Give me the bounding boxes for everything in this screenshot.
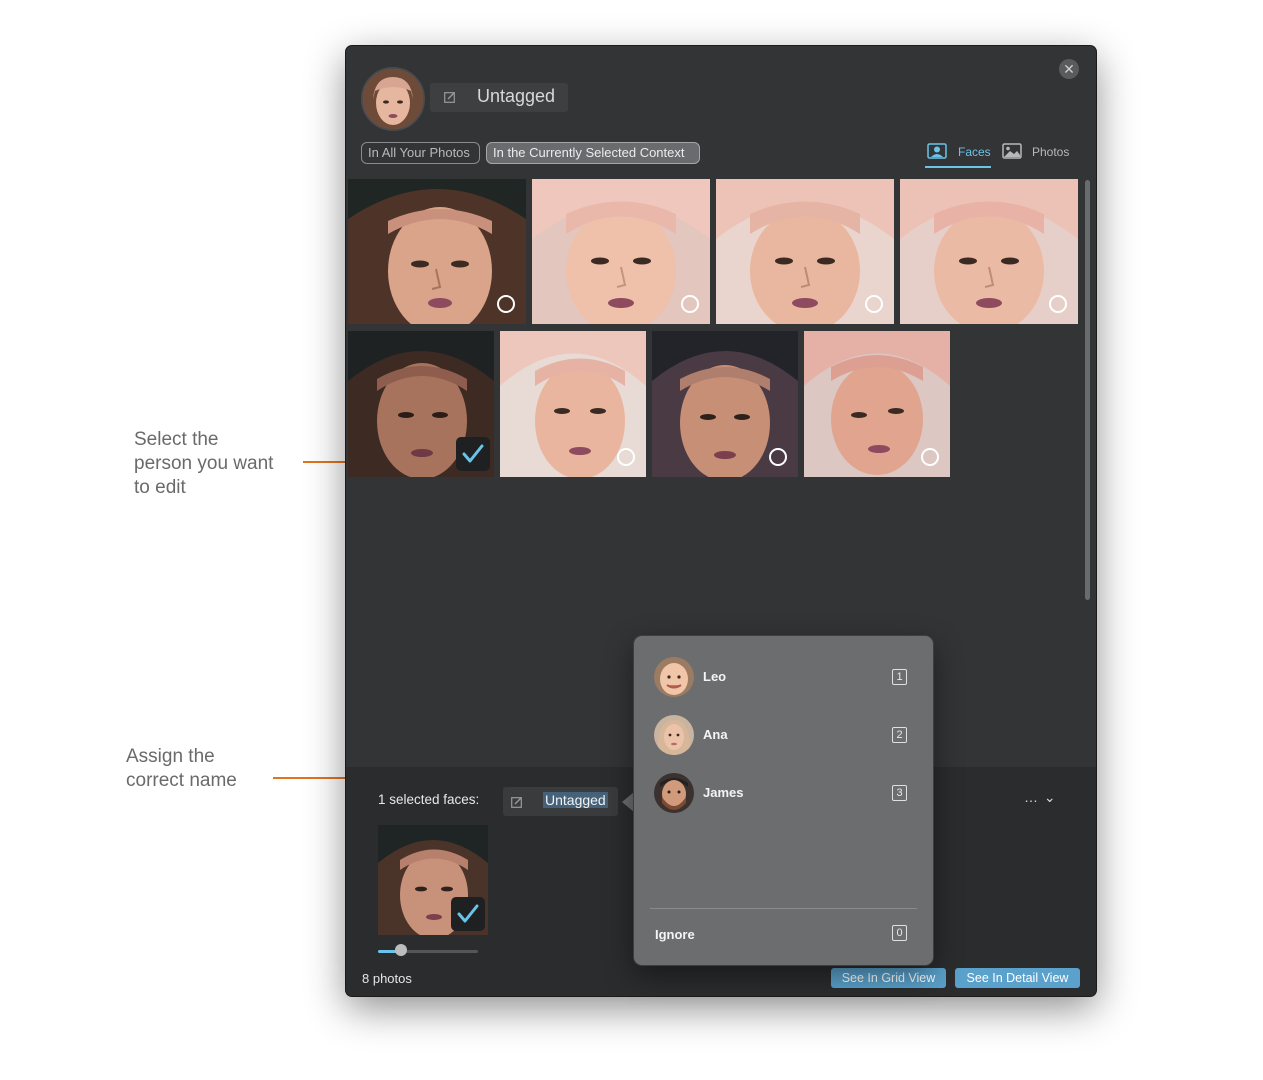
selected-check-icon[interactable]: [456, 437, 490, 471]
shortcut-key: 2: [892, 727, 907, 743]
close-button[interactable]: ✕: [1059, 59, 1079, 79]
edit-icon: [444, 92, 455, 103]
see-in-detail-view-button[interactable]: See In Detail View: [955, 968, 1080, 988]
person-option[interactable]: James 3: [654, 773, 914, 815]
select-circle-icon[interactable]: [865, 295, 883, 313]
face-thumbnail[interactable]: [804, 331, 950, 477]
person-avatar: [361, 67, 425, 131]
more-options-button[interactable]: … ⌄: [1024, 789, 1057, 806]
person-name: Leo: [703, 669, 727, 684]
face-thumbnail[interactable]: [900, 179, 1078, 324]
scope-selected-context-button[interactable]: In the Currently Selected Context: [486, 142, 700, 164]
person-name: Ana: [703, 727, 728, 742]
tab-photos-label: Photos: [1032, 145, 1070, 159]
selected-faces-label: 1 selected faces:: [378, 792, 480, 807]
person-name-field[interactable]: Untagged: [430, 83, 568, 112]
annotation-assign-name: Assign the correct name: [126, 745, 237, 793]
select-circle-icon[interactable]: [497, 295, 515, 313]
slider-knob[interactable]: [395, 944, 407, 956]
annotation-line-2: correct name: [126, 770, 237, 791]
ignore-option[interactable]: Ignore: [655, 927, 695, 942]
avatar: [654, 657, 694, 697]
grid-scrollbar[interactable]: [1085, 180, 1090, 600]
select-circle-icon[interactable]: [681, 295, 699, 313]
person-option[interactable]: Leo 1: [654, 657, 914, 699]
person-name: James: [703, 785, 744, 800]
face-thumbnail[interactable]: [716, 179, 894, 324]
select-circle-icon[interactable]: [921, 448, 939, 466]
annotation-select-person: Select the person you want to edit: [134, 428, 273, 500]
tab-faces[interactable]: Faces: [925, 142, 991, 168]
face-thumbnail[interactable]: [348, 179, 526, 324]
annotation-line-2: person you want: [134, 453, 274, 474]
popover-arrow: [622, 792, 634, 812]
person-name: Untagged: [477, 86, 556, 106]
see-in-grid-view-button[interactable]: See In Grid View: [831, 968, 946, 988]
avatar: [654, 773, 694, 813]
tab-faces-label: Faces: [958, 145, 991, 159]
select-circle-icon[interactable]: [769, 448, 787, 466]
scope-all-photos-button[interactable]: In All Your Photos: [361, 142, 480, 164]
edit-icon: [511, 797, 522, 808]
shortcut-key: 1: [892, 669, 907, 685]
tab-photos[interactable]: Photos: [1002, 142, 1072, 166]
assign-name-field[interactable]: Untagged: [503, 787, 618, 816]
face-thumbnail[interactable]: [532, 179, 710, 324]
select-circle-icon[interactable]: [617, 448, 635, 466]
annotation-line-3: to edit: [134, 477, 186, 498]
close-icon: ✕: [1063, 61, 1075, 77]
name-suggestions-popover: Leo 1 Ana 2 James 3 Ignore 0: [634, 636, 933, 965]
assign-name-value: Untagged: [543, 792, 608, 808]
person-option[interactable]: Ana 2: [654, 715, 914, 757]
avatar: [654, 715, 694, 755]
faces-icon: [927, 143, 947, 159]
select-circle-icon[interactable]: [1049, 295, 1067, 313]
face-thumbnail[interactable]: [652, 331, 798, 477]
shortcut-key: 3: [892, 785, 907, 801]
annotation-line-1: Assign the: [126, 746, 215, 767]
divider: [650, 908, 917, 909]
photo-count: 8 photos: [362, 971, 412, 986]
annotation-line-1: Select the: [134, 429, 219, 450]
face-thumbnail[interactable]: [500, 331, 646, 477]
selected-check-icon[interactable]: [451, 897, 485, 931]
face-thumbnail[interactable]: [348, 331, 494, 477]
photos-icon: [1002, 143, 1022, 159]
selected-face-preview: [378, 825, 488, 935]
shortcut-key: 0: [892, 925, 907, 941]
